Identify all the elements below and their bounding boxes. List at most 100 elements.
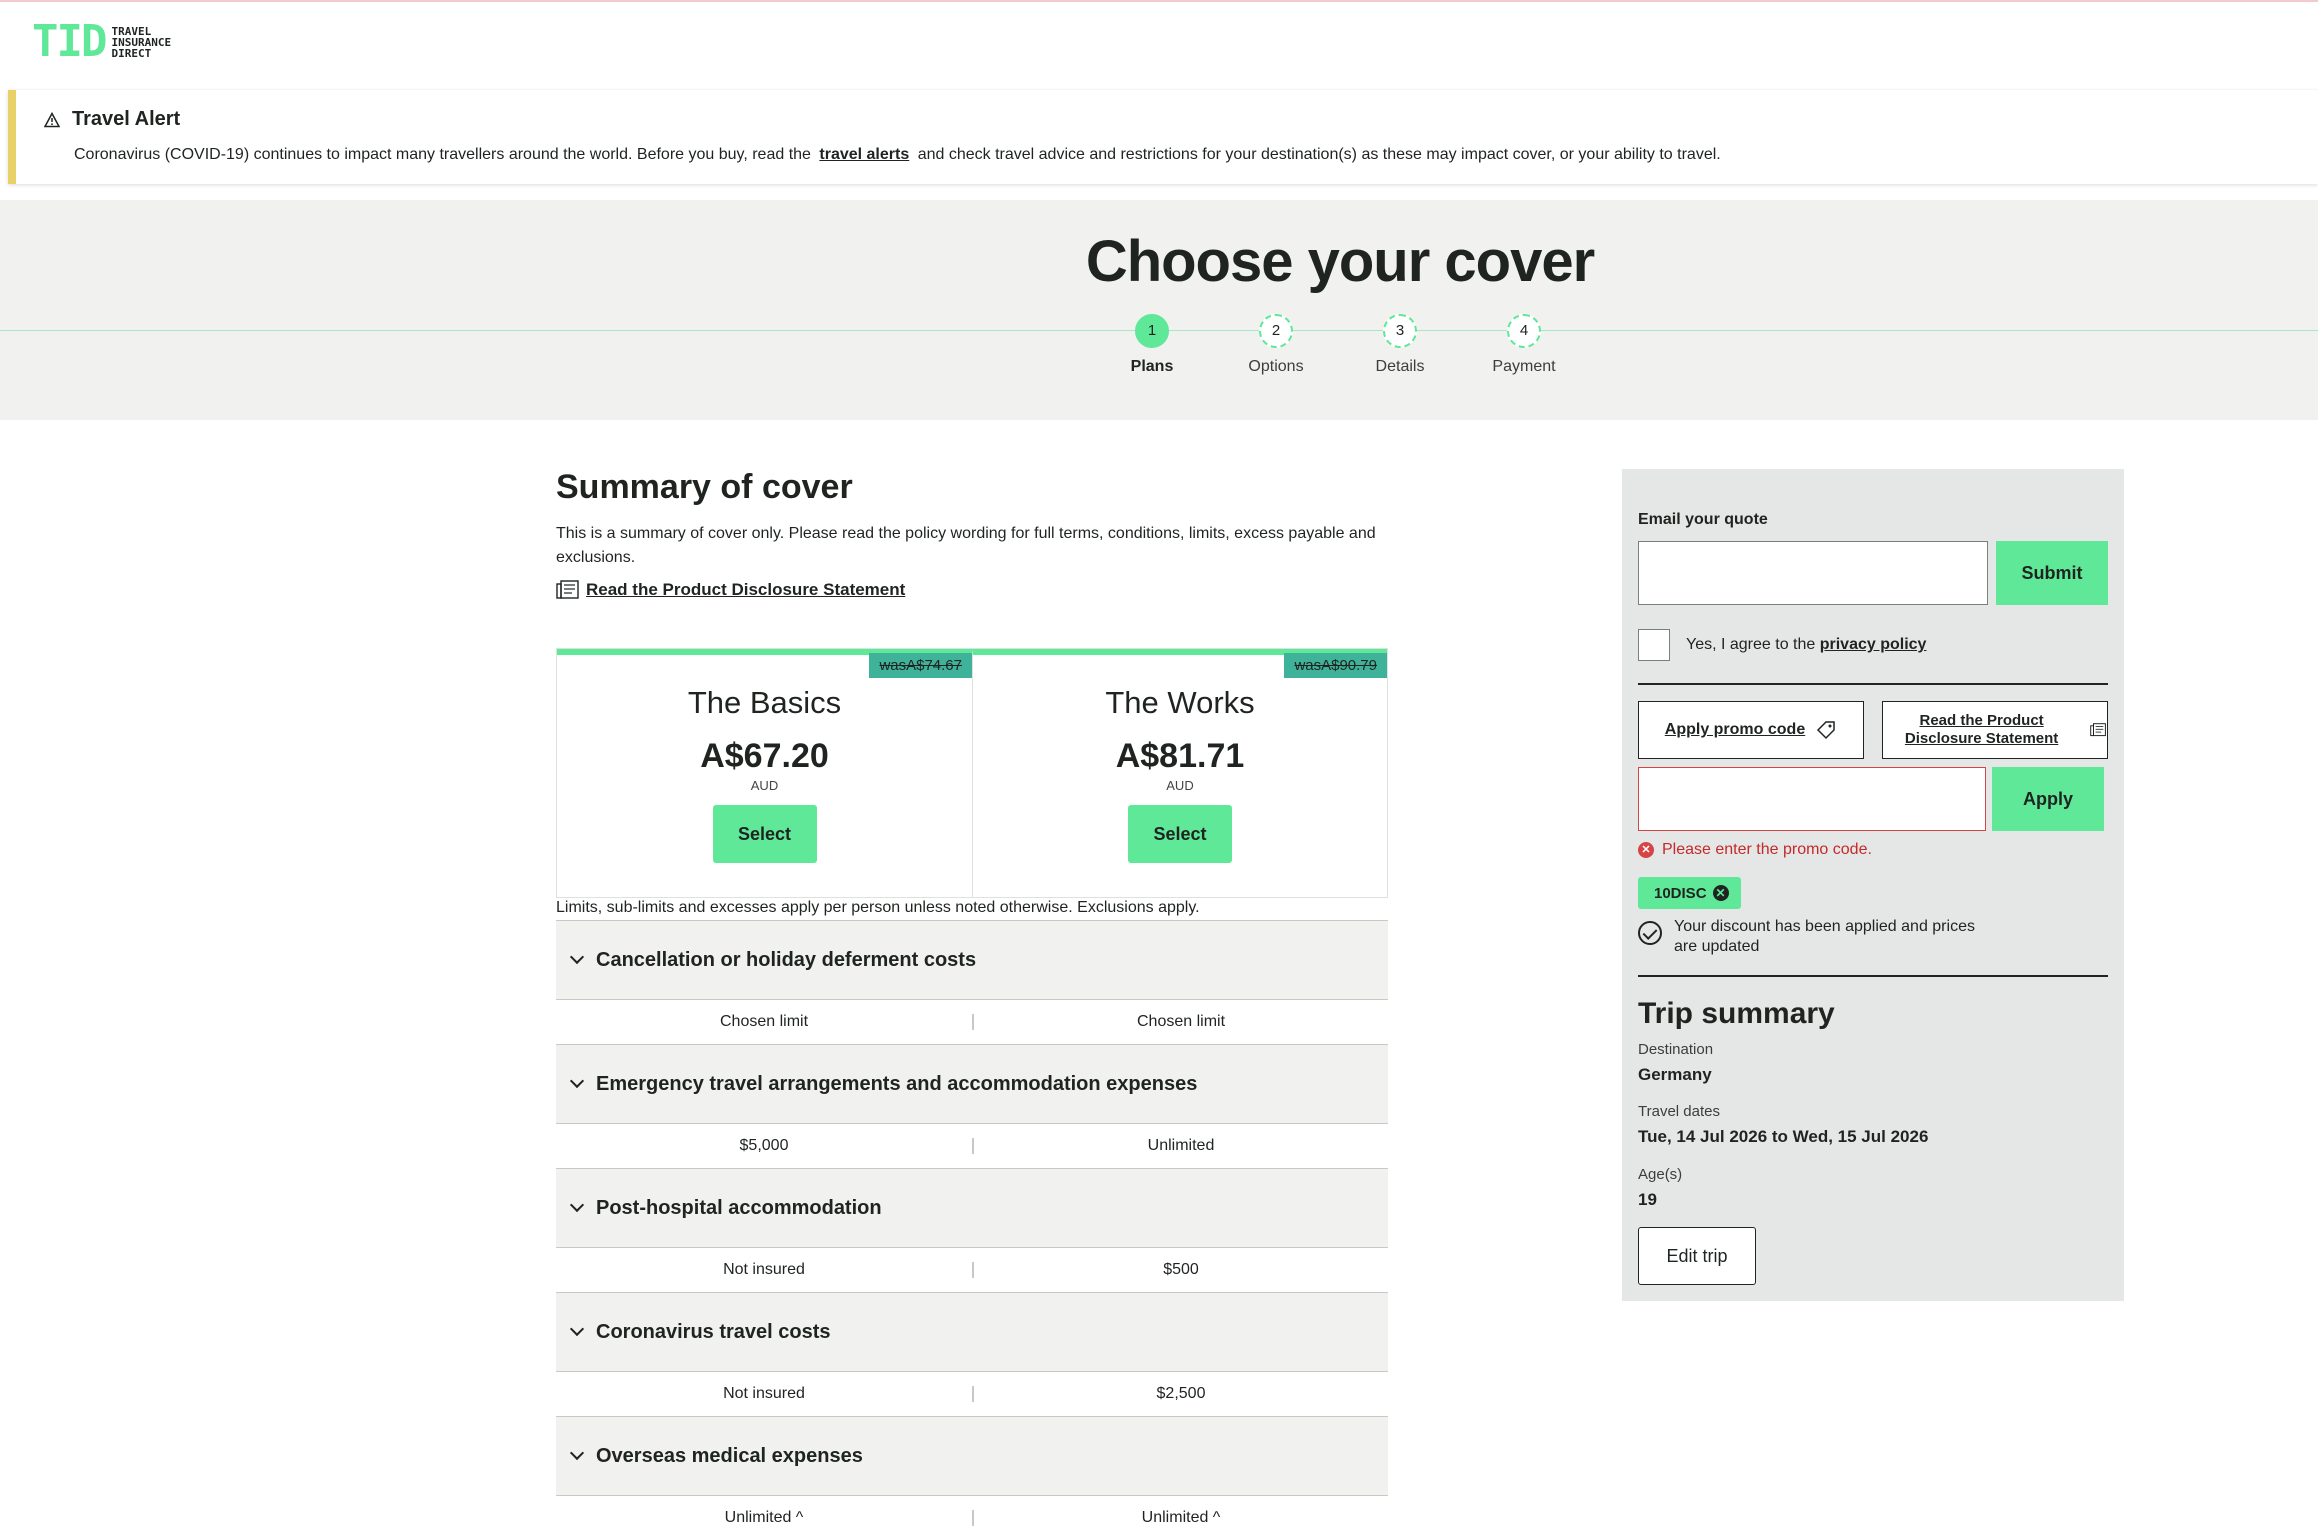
step-label: Plans [1130, 358, 1174, 375]
step-label: Options [1248, 358, 1304, 375]
plan-price: A$81.71 [1115, 737, 1245, 775]
plan-currency: AUD [1166, 778, 1194, 793]
logo-wordmark: TRAVEL INSURANCE DIRECT [111, 26, 171, 59]
works-value: $2,500 [972, 1386, 1388, 1402]
error-icon: ✕ [1638, 842, 1654, 858]
step-number: 1 [1135, 314, 1169, 348]
cover-values-row: Not insured $500 [556, 1248, 1388, 1292]
chevron-down-icon [569, 1073, 585, 1089]
document-icon [2090, 723, 2107, 737]
step-options: 2 Options [1214, 314, 1338, 376]
plan-currency: AUD [750, 778, 779, 793]
limits-note: Limits, sub-limits and excesses apply pe… [556, 899, 1200, 916]
select-works-button[interactable]: Select [1128, 805, 1232, 863]
ages-label: Age(s) [1638, 1166, 1683, 1183]
cover-item-title: Overseas medical expenses [596, 1444, 863, 1467]
cover-item-header[interactable]: Cancellation or holiday deferment costs [556, 920, 1388, 1000]
error-text: Please enter the promo code. [1662, 841, 1872, 858]
discount-text: Your discount has been applied and price… [1674, 918, 1975, 955]
step-plans: 1 Plans [1090, 314, 1214, 376]
check-circle-icon [1638, 921, 1662, 945]
works-value: Chosen limit [972, 1014, 1388, 1030]
step-number: 3 [1383, 314, 1417, 348]
logo-line: TRAVEL [111, 24, 152, 38]
hero-section: Choose your cover 1 Plans 2 Options 3 De… [0, 200, 2318, 420]
cover-item: Cancellation or holiday deferment costs … [556, 920, 1388, 1044]
basics-value: Not insured [723, 1261, 805, 1278]
was-price-badge: wasA$74.67 [869, 653, 972, 678]
cover-item-header[interactable]: Post-hospital accommodation [556, 1168, 1388, 1248]
tag-icon [1817, 721, 1835, 740]
destination-label: Destination [1638, 1041, 1714, 1058]
destination-value: Germany [1638, 1065, 1712, 1084]
divider [1638, 683, 2108, 685]
step-number: 4 [1507, 314, 1541, 348]
promo-button-label: Apply promo code [1664, 721, 1806, 738]
edit-trip-button[interactable]: Edit trip [1638, 1227, 1756, 1285]
privacy-agree: Yes, I agree to the privacy policy [1638, 629, 1926, 661]
apply-promo-code-button[interactable]: Apply promo code [1638, 701, 1864, 759]
travel-alerts-link[interactable]: travel alerts [819, 146, 909, 163]
plan-name: The Works [1105, 685, 1255, 720]
pds-link[interactable]: Read the Product Disclosure Statement [556, 580, 905, 600]
pds-link-text: Read the Product Disclosure Statement [586, 580, 906, 599]
cover-item: Post-hospital accommodation Not insured … [556, 1168, 1388, 1292]
cover-item-title: Post-hospital accommodation [596, 1196, 882, 1219]
plan-name: The Basics [687, 685, 842, 720]
summary-title: Summary of cover [556, 468, 853, 506]
promo-chip-code: 10DISC [1654, 884, 1707, 902]
submit-button[interactable]: Submit [1996, 541, 2108, 605]
privacy-policy-link[interactable]: privacy policy [1820, 636, 1927, 653]
cover-item-title: Cancellation or holiday deferment costs [596, 948, 977, 971]
plan-cards: wasA$74.67 The Basics A$67.20 AUD Select… [556, 648, 1388, 898]
cover-item-header[interactable]: Coronavirus travel costs [556, 1292, 1388, 1372]
promo-code-input[interactable] [1638, 767, 1986, 831]
cover-item: Emergency travel arrangements and accomm… [556, 1044, 1388, 1168]
cover-values-row: Chosen limit Chosen limit [556, 1000, 1388, 1044]
cover-values-row: $5,000 Unlimited [556, 1124, 1388, 1168]
basics-value: Not insured [723, 1385, 805, 1402]
progress-steps: 1 Plans 2 Options 3 Details 4 Payment [1090, 314, 1586, 376]
travel-dates-label: Travel dates [1638, 1103, 1720, 1120]
chevron-down-icon [569, 949, 585, 965]
cover-values-row: Unlimited ^ Unlimited ^ [556, 1496, 1388, 1532]
logo-line: INSURANCE [111, 35, 172, 49]
step-label: Payment [1492, 358, 1556, 375]
travel-alert-banner: Travel Alert Coronavirus (COVID-19) cont… [8, 90, 2318, 184]
chevron-down-icon [569, 1197, 585, 1213]
privacy-checkbox[interactable] [1638, 629, 1670, 661]
alert-body: Coronavirus (COVID-19) continues to impa… [74, 146, 1721, 164]
tid-logo[interactable]: TID TRAVEL INSURANCE DIRECT [32, 20, 171, 64]
step-payment: 4 Payment [1462, 314, 1586, 376]
pds-button-label: Read the Product Disclosure Statement [1904, 712, 2059, 747]
plan-card-basics: wasA$74.67 The Basics A$67.20 AUD Select [557, 649, 972, 897]
agree-label: Yes, I agree to the [1686, 636, 1816, 653]
cover-item-header[interactable]: Overseas medical expenses [556, 1416, 1388, 1496]
cover-values-row: Not insured $2,500 [556, 1372, 1388, 1416]
basics-value: Chosen limit [719, 1013, 809, 1030]
alert-title-text: Travel Alert [72, 108, 181, 130]
works-value: Unlimited [972, 1138, 1388, 1154]
divider [1638, 975, 2108, 977]
cover-item-title: Coronavirus travel costs [596, 1320, 831, 1343]
logo-mark: TID [32, 16, 107, 67]
email-quote-label: Email your quote [1638, 511, 1768, 528]
chevron-down-icon [569, 1445, 585, 1461]
plan-price: A$67.20 [700, 737, 829, 775]
step-label: Details [1375, 358, 1425, 375]
cover-item: Overseas medical expenses Unlimited ^ Un… [556, 1416, 1388, 1532]
plan-card-works: wasA$90.79 The Works A$81.71 AUD Select [972, 649, 1387, 897]
discount-applied-message: Your discount has been applied and price… [1638, 917, 1998, 957]
step-number: 2 [1259, 314, 1293, 348]
select-basics-button[interactable]: Select [712, 805, 817, 863]
email-field[interactable] [1638, 541, 1988, 605]
works-value: $500 [972, 1262, 1388, 1278]
read-pds-button[interactable]: Read the Product Disclosure Statement [1882, 701, 2108, 759]
remove-promo-icon[interactable]: ✕ [1712, 885, 1729, 901]
logo-line: DIRECT [111, 46, 152, 60]
warning-icon [44, 111, 60, 127]
apply-button[interactable]: Apply [1992, 767, 2104, 831]
cover-item-header[interactable]: Emergency travel arrangements and accomm… [556, 1044, 1388, 1124]
cover-item-title: Emergency travel arrangements and accomm… [596, 1072, 1198, 1095]
works-value: Unlimited ^ [972, 1510, 1388, 1526]
